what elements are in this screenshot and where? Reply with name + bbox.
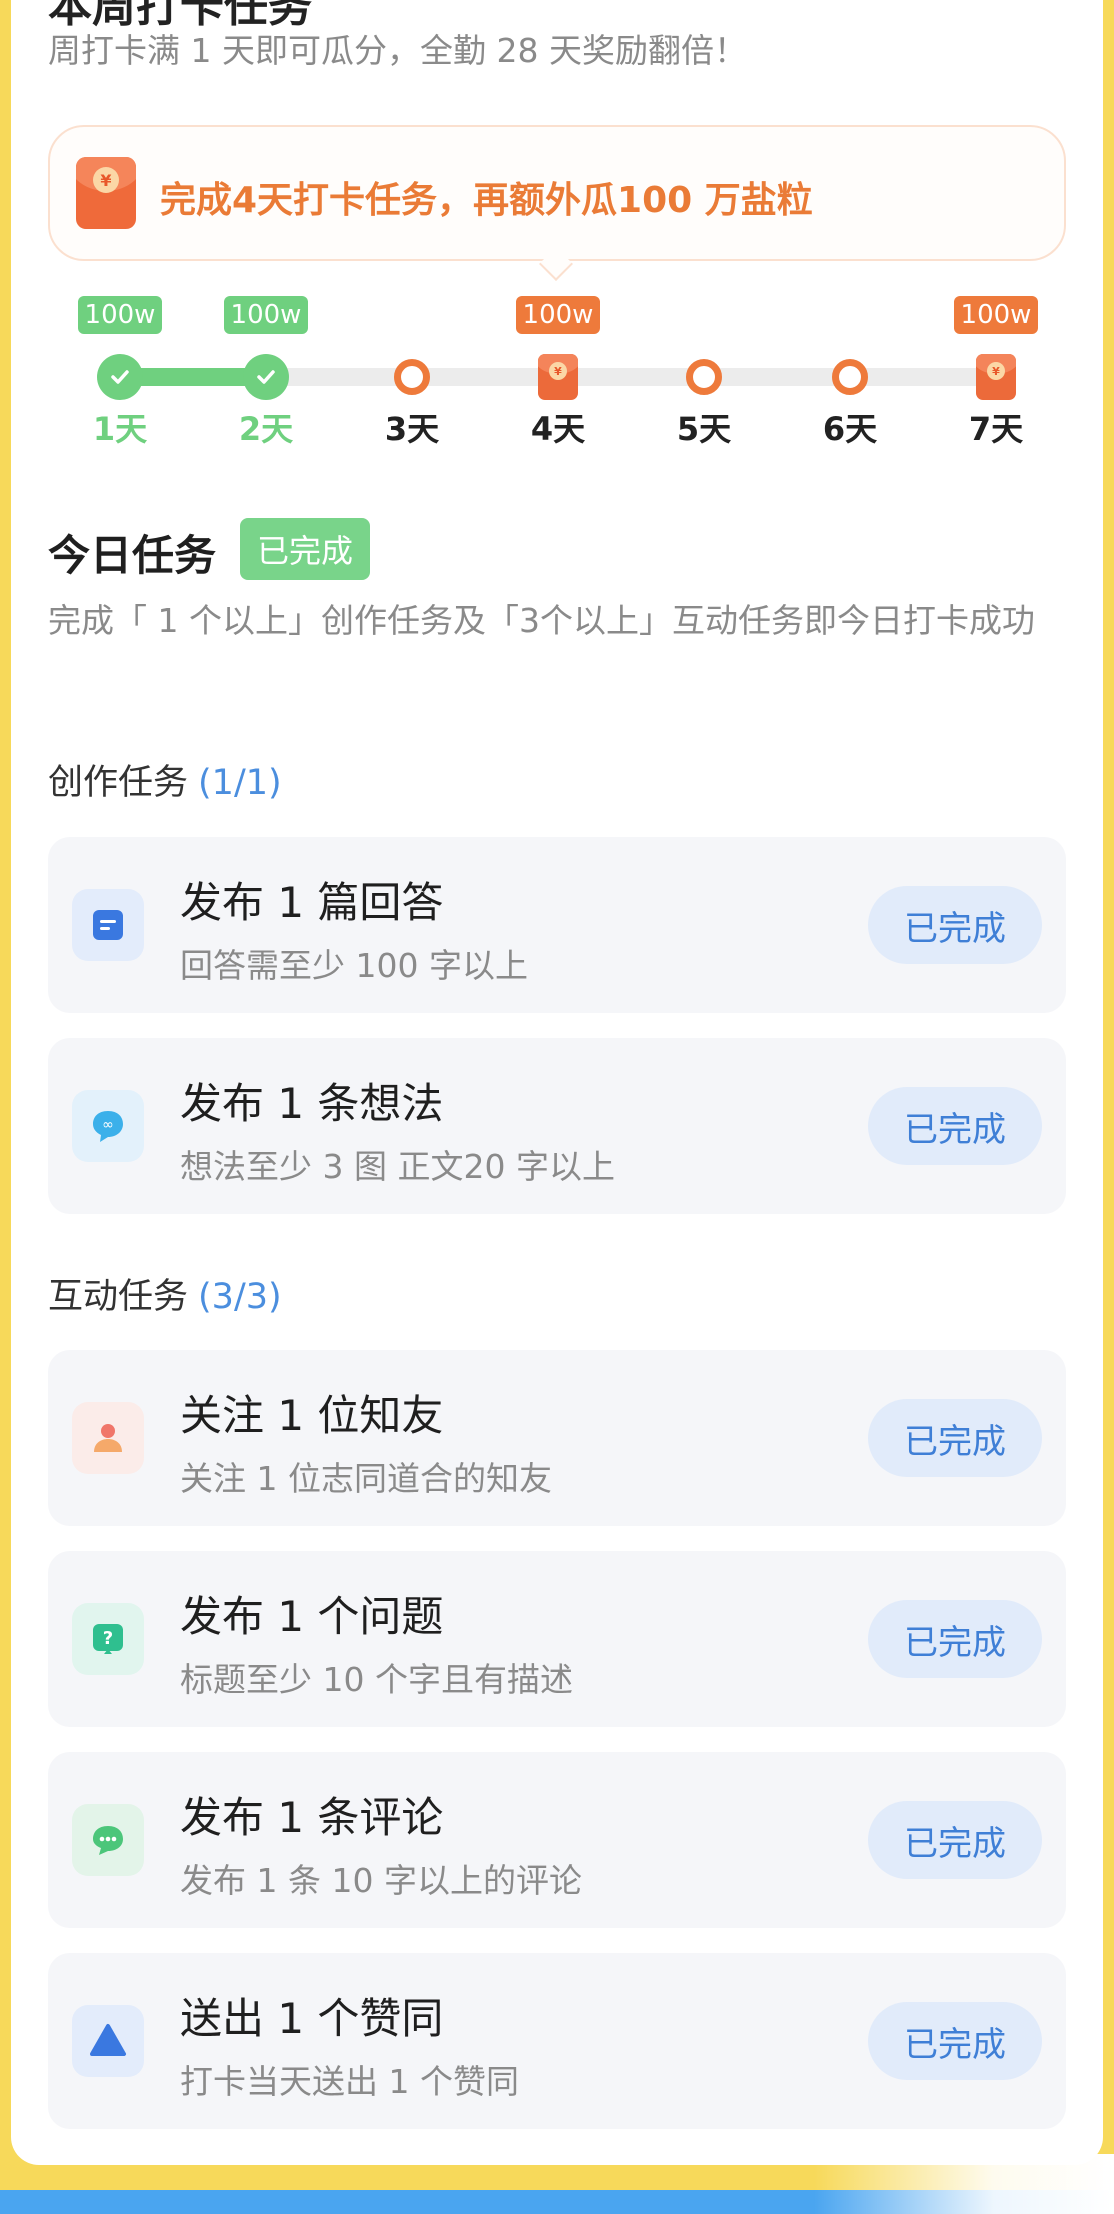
task-completed-button[interactable]: 已完成	[868, 886, 1042, 964]
day-label: 7天	[968, 410, 1024, 448]
task-title: 发布 1 篇回答	[180, 878, 444, 927]
interaction-group-label: 互动任务	[48, 1277, 189, 1317]
red-packet-icon: ¥	[76, 157, 136, 229]
day-label: 1天	[92, 410, 148, 448]
bonus-text: 完成4天打卡任务，再额外瓜100 万盐粒	[160, 180, 813, 221]
task-subtitle: 打卡当天送出 1 个赞同	[180, 2062, 519, 2101]
idea-bubble-icon: ∞	[72, 1090, 144, 1162]
reward-tag: 100w	[516, 296, 600, 334]
red-packet-icon: ¥	[976, 354, 1016, 400]
today-done-badge: 已完成	[240, 518, 370, 580]
task-card-idea: ∞ 发布 1 条想法 想法至少 3 图 正文20 字以上 已完成	[48, 1038, 1066, 1214]
task-card-question: ? 发布 1 个问题 标题至少 10 个字且有描述 已完成	[48, 1551, 1066, 1727]
pending-day-dot	[394, 359, 430, 395]
task-card-upvote: 送出 1 个赞同 打卡当天送出 1 个赞同 已完成	[48, 1953, 1066, 2129]
task-title: 送出 1 个赞同	[180, 1994, 444, 2043]
follow-user-icon	[72, 1402, 144, 1474]
pending-day-dot	[832, 359, 868, 395]
upvote-icon	[72, 2005, 144, 2077]
svg-text:?: ?	[103, 1628, 113, 1649]
interaction-group-title: 互动任务 (3/3)	[48, 1268, 282, 1319]
day-label: 2天	[238, 410, 294, 448]
task-subtitle: 发布 1 条 10 字以上的评论	[180, 1861, 582, 1900]
creation-group-title: 创作任务 (1/1)	[48, 754, 282, 805]
task-card-follow: 关注 1 位知友 关注 1 位志同道合的知友 已完成	[48, 1350, 1066, 1526]
pending-day-dot	[686, 359, 722, 395]
task-subtitle: 关注 1 位志同道合的知友	[180, 1459, 552, 1498]
task-subtitle: 标题至少 10 个字且有描述	[180, 1660, 573, 1699]
task-completed-button[interactable]: 已完成	[868, 1600, 1042, 1678]
red-packet-icon: ¥	[538, 354, 578, 400]
task-completed-button[interactable]: 已完成	[868, 2002, 1042, 2080]
svg-text:∞: ∞	[102, 1117, 114, 1133]
bonus-bubble: ¥ 完成4天打卡任务，再额外瓜100 万盐粒	[48, 125, 1066, 261]
task-title: 发布 1 条评论	[180, 1793, 444, 1842]
comment-icon	[72, 1804, 144, 1876]
reward-tag: 100w	[224, 296, 308, 334]
day-label: 6天	[822, 410, 878, 448]
today-description: 完成「 1 个以上」创作任务及「3个以上」互动任务即今日打卡成功	[48, 601, 1035, 640]
weekly-subtitle: 周打卡满 1 天即可瓜分，全勤 28 天奖励翻倍！	[48, 31, 747, 70]
task-card-comment: 发布 1 条评论 发布 1 条 10 字以上的评论 已完成	[48, 1752, 1066, 1928]
checkmark-icon	[243, 354, 289, 400]
answer-doc-icon	[72, 889, 144, 961]
day-label: 3天	[384, 410, 440, 448]
creation-group-count: (1/1)	[198, 763, 282, 803]
creation-group-label: 创作任务	[48, 763, 189, 803]
interaction-group-count: (3/3)	[198, 1277, 282, 1317]
task-subtitle: 想法至少 3 图 正文20 字以上	[180, 1147, 615, 1186]
task-title: 发布 1 条想法	[180, 1079, 444, 1128]
task-card-answer: 发布 1 篇回答 回答需至少 100 字以上 已完成	[48, 837, 1066, 1013]
task-completed-button[interactable]: 已完成	[868, 1801, 1042, 1879]
day-label: 5天	[676, 410, 732, 448]
task-title: 发布 1 个问题	[180, 1592, 444, 1641]
today-task-title: 今日任务	[48, 531, 217, 580]
reward-tag: 100w	[954, 296, 1038, 334]
task-completed-button[interactable]: 已完成	[868, 1399, 1042, 1477]
reward-tag: 100w	[78, 296, 162, 334]
question-icon: ?	[72, 1603, 144, 1675]
task-completed-button[interactable]: 已完成	[868, 1087, 1042, 1165]
corner-fade	[814, 2154, 1114, 2214]
checkmark-icon	[97, 354, 143, 400]
task-title: 关注 1 位知友	[180, 1391, 444, 1440]
day-label: 4天	[530, 410, 586, 448]
task-subtitle: 回答需至少 100 字以上	[180, 946, 528, 985]
